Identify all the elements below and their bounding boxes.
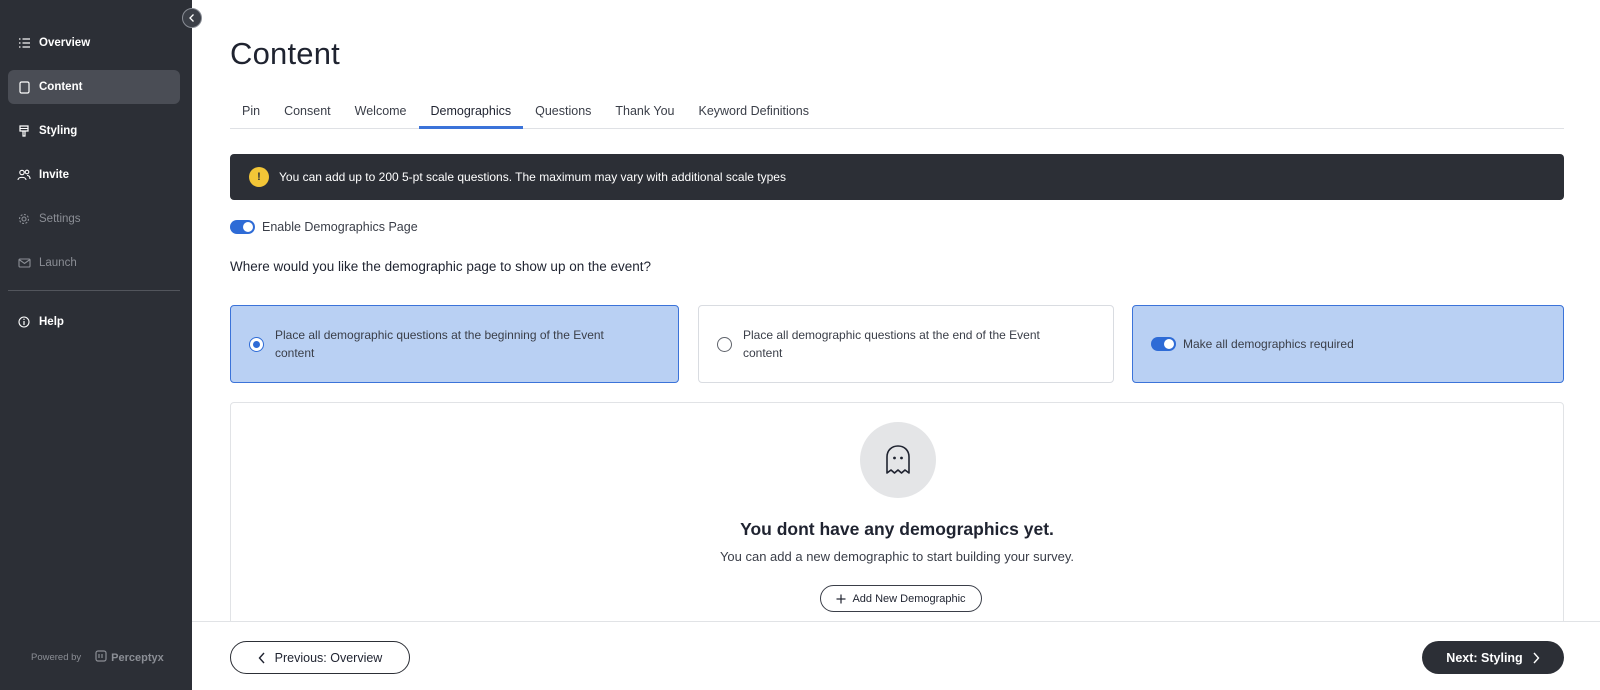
enable-demographics-label: Enable Demographics Page (262, 220, 418, 234)
chevron-left-icon (189, 14, 194, 22)
empty-state-subtitle: You can add a new demographic to start b… (719, 549, 1075, 564)
perceptyx-logo-icon (95, 650, 107, 665)
tab-thank-you[interactable]: Thank You (603, 98, 686, 129)
sidebar-item-settings[interactable]: Settings (8, 202, 180, 236)
sidebar-item-label: Overview (39, 37, 91, 49)
sidebar-nav: Overview Content Styling Invite Settings (8, 26, 180, 349)
sidebar-divider (8, 290, 180, 291)
option-end-card[interactable]: Place all demographic questions at the e… (698, 305, 1114, 383)
sidebar-item-help[interactable]: Help (8, 305, 180, 339)
previous-button[interactable]: Previous: Overview (230, 641, 410, 674)
brand-logo: Perceptyx (95, 650, 164, 665)
document-icon (17, 80, 31, 94)
brush-icon (17, 124, 31, 138)
warning-icon: ! (249, 167, 269, 187)
tab-pin[interactable]: Pin (230, 98, 272, 129)
sidebar-item-styling[interactable]: Styling (8, 114, 180, 148)
placement-question: Where would you like the demographic pag… (230, 259, 652, 274)
mail-icon (17, 256, 31, 270)
enable-demographics-row: Enable Demographics Page (230, 220, 418, 234)
sidebar-item-label: Help (39, 316, 64, 328)
enable-demographics-toggle[interactable] (230, 220, 255, 234)
chevron-right-icon (1532, 652, 1540, 664)
required-toggle[interactable] (1151, 337, 1176, 351)
next-button[interactable]: Next: Styling (1422, 641, 1564, 674)
collapse-sidebar-button[interactable] (182, 8, 202, 28)
list-icon (17, 36, 31, 50)
alert-message: You can add up to 200 5-pt scale questio… (279, 170, 786, 184)
main-content: Content Pin Consent Welcome Demographics… (192, 0, 1600, 690)
option-beginning-card[interactable]: Place all demographic questions at the b… (230, 305, 679, 383)
tab-keyword-definitions[interactable]: Keyword Definitions (686, 98, 820, 129)
plus-icon (836, 594, 846, 604)
powered-by-label: Powered by (31, 652, 82, 663)
ghost-icon (860, 422, 936, 498)
powered-by: Powered by Perceptyx (31, 650, 164, 665)
required-label: Make all demographics required (1183, 337, 1354, 351)
sidebar-item-launch[interactable]: Launch (8, 246, 180, 280)
sidebar-item-overview[interactable]: Overview (8, 26, 180, 60)
option-beginning-radio[interactable] (249, 336, 264, 352)
gear-icon (17, 212, 31, 226)
sidebar-item-label: Styling (39, 125, 78, 137)
sidebar-item-label: Settings (39, 213, 81, 225)
option-end-radio[interactable] (717, 336, 732, 352)
next-label: Next: Styling (1446, 650, 1523, 665)
required-card: Make all demographics required (1132, 305, 1564, 383)
users-icon (17, 168, 31, 182)
tab-welcome[interactable]: Welcome (343, 98, 419, 129)
brand-name: Perceptyx (111, 651, 164, 664)
option-beginning-label: Place all demographic questions at the b… (275, 328, 604, 360)
add-new-demographic-label: Add New Demographic (852, 592, 966, 605)
add-new-demographic-button[interactable]: Add New Demographic (820, 585, 982, 612)
sidebar: Overview Content Styling Invite Settings (0, 0, 202, 690)
sidebar-item-label: Content (39, 81, 83, 93)
page-title: Content (230, 36, 340, 71)
tab-demographics[interactable]: Demographics (418, 98, 524, 129)
footer-nav: Previous: Overview Next: Styling (192, 621, 1600, 690)
chevron-left-icon (258, 652, 266, 664)
info-icon (17, 315, 31, 329)
option-end-label: Place all demographic questions at the e… (743, 328, 1040, 360)
previous-label: Previous: Overview (274, 650, 383, 665)
sidebar-item-label: Invite (39, 169, 70, 181)
empty-state-title: You dont have any demographics yet. (740, 519, 1054, 539)
content-tabs: Pin Consent Welcome Demographics Questio… (230, 98, 1564, 129)
tab-consent[interactable]: Consent (272, 98, 343, 129)
info-alert: ! You can add up to 200 5-pt scale quest… (230, 154, 1564, 200)
sidebar-item-label: Launch (39, 257, 77, 269)
empty-state: You dont have any demographics yet. You … (230, 402, 1564, 632)
sidebar-item-invite[interactable]: Invite (8, 158, 180, 192)
tab-questions[interactable]: Questions (523, 98, 603, 129)
sidebar-item-content[interactable]: Content (8, 70, 180, 104)
